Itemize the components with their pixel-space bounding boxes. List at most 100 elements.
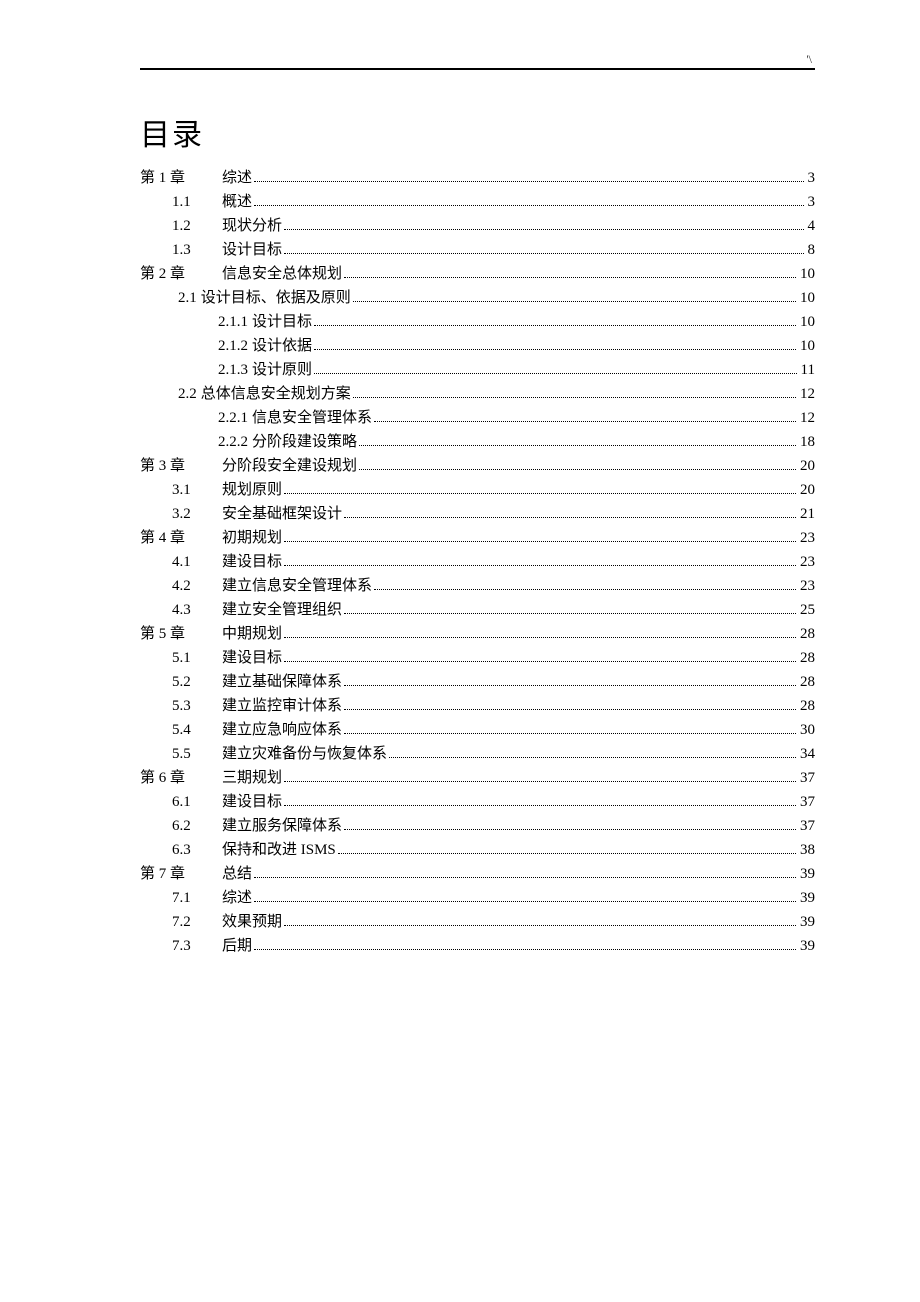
toc-entry-page: 23 [798, 526, 815, 550]
toc-leader-dots [344, 821, 796, 830]
toc-entry-label: 设计原则 [252, 358, 312, 382]
toc-entry-number: 5.2 [140, 670, 222, 694]
toc-entry-number: 第 1 章 [140, 166, 222, 190]
toc-row: 2.1设计目标、依据及原则10 [140, 286, 815, 310]
toc-entry-label: 建设目标 [222, 790, 282, 814]
toc-entry-page: 20 [798, 478, 815, 502]
toc-leader-dots [374, 413, 796, 422]
toc-entry-page: 10 [798, 262, 815, 286]
toc-entry-page: 28 [798, 646, 815, 670]
toc-entry-page: 30 [798, 718, 815, 742]
toc-leader-dots [344, 509, 796, 518]
toc-row: 第 5 章中期规划28 [140, 622, 815, 646]
toc-leader-dots [359, 437, 796, 446]
toc-entry-page: 8 [806, 238, 816, 262]
toc-entry-page: 28 [798, 694, 815, 718]
toc-leader-dots [284, 653, 796, 662]
toc-entry-page: 20 [798, 454, 815, 478]
toc-row: 第 3 章分阶段安全建设规划 20 [140, 454, 815, 478]
toc-row: 第 7 章总结39 [140, 862, 815, 886]
toc-entry-number: 6.3 [140, 838, 222, 862]
toc-entry-number: 6.1 [140, 790, 222, 814]
toc-row: 4.1建设目标23 [140, 550, 815, 574]
toc-entry-number: 第 7 章 [140, 862, 222, 886]
toc-entry-number: 2.1.2 [218, 334, 252, 358]
toc-entry-number: 5.3 [140, 694, 222, 718]
toc-row: 7.1综述39 [140, 886, 815, 910]
toc-entry-label: 安全基础框架设计 [222, 502, 342, 526]
toc-entry-label: 综述 [222, 166, 252, 190]
toc-leader-dots [344, 605, 796, 614]
toc-entry-page: 37 [798, 766, 815, 790]
toc-leader-dots [284, 221, 803, 230]
toc-leader-dots [314, 317, 796, 326]
toc-row: 2.2.2分阶段建设策略18 [140, 430, 815, 454]
toc-row: 第 2 章信息安全总体规划10 [140, 262, 815, 286]
toc-entry-number: 7.3 [140, 934, 222, 958]
toc-row: 5.3建立监控审计体系 28 [140, 694, 815, 718]
toc-row: 1.3设计目标8 [140, 238, 815, 262]
toc-entry-page: 23 [798, 574, 815, 598]
toc-entry-label: 总体信息安全规划方案 [201, 382, 351, 406]
toc-entry-number: 7.1 [140, 886, 222, 910]
toc-entry-page: 12 [798, 382, 815, 406]
toc-entry-page: 25 [798, 598, 815, 622]
toc-entry-number: 2.2 [178, 382, 201, 406]
toc-entry-label: 分阶段安全建设规划 [222, 454, 357, 478]
toc-entry-label: 建立基础保障体系 [222, 670, 342, 694]
toc-entry-number: 1.2 [140, 214, 222, 238]
toc-entry-number: 第 4 章 [140, 526, 222, 550]
toc-row: 2.1.2设计依据10 [140, 334, 815, 358]
toc-entry-number: 第 3 章 [140, 454, 222, 478]
toc-row: 5.1建设目标28 [140, 646, 815, 670]
toc-leader-dots [314, 341, 796, 350]
toc-entry-label: 建立服务保障体系 [222, 814, 342, 838]
toc-entry-number: 4.2 [140, 574, 222, 598]
toc-entry-label: 设计目标、依据及原则 [201, 286, 351, 310]
toc-entry-page: 37 [798, 814, 815, 838]
toc-row: 5.5建立灾难备份与恢复体系34 [140, 742, 815, 766]
toc-entry-page: 23 [798, 550, 815, 574]
toc-leader-dots [314, 365, 797, 374]
toc-leader-dots [374, 581, 796, 590]
toc-entry-number: 2.1.3 [218, 358, 252, 382]
toc-entry-number: 3.1 [140, 478, 222, 502]
toc-row: 7.3后期39 [140, 934, 815, 958]
toc-leader-dots [344, 701, 796, 710]
toc-entry-page: 28 [798, 622, 815, 646]
toc-row: 5.4建立应急响应体系30 [140, 718, 815, 742]
toc-row: 7.2效果预期39 [140, 910, 815, 934]
document-page: '\ 目录 第 1 章综述31.1概述31.2现状分析41.3设计目标8第 2 … [0, 0, 920, 1302]
toc-row: 1.1概述3 [140, 190, 815, 214]
toc-entry-label: 建立监控审计体系 [222, 694, 342, 718]
toc-title: 目录 [140, 110, 815, 154]
toc-entry-number: 2.1.1 [218, 310, 252, 334]
toc-leader-dots [254, 197, 803, 206]
toc-leader-dots [344, 677, 796, 686]
toc-entry-page: 34 [798, 742, 815, 766]
toc-row: 4.2建立信息安全管理体系23 [140, 574, 815, 598]
toc-entry-page: 39 [798, 910, 815, 934]
toc-row: 第 4 章初期规划23 [140, 526, 815, 550]
toc-leader-dots [359, 461, 796, 470]
toc-entry-page: 39 [798, 886, 815, 910]
toc-row: 2.2.1信息安全管理体系12 [140, 406, 815, 430]
toc-leader-dots [284, 557, 796, 566]
toc-entry-number: 2.2.1 [218, 406, 252, 430]
toc-entry-number: 4.3 [140, 598, 222, 622]
toc-entry-page: 10 [798, 310, 815, 334]
toc-entry-page: 3 [806, 166, 816, 190]
toc-row: 2.1.1设计目标10 [140, 310, 815, 334]
toc-leader-dots [254, 173, 803, 182]
toc-entry-label: 总结 [222, 862, 252, 886]
toc-entry-label: 现状分析 [222, 214, 282, 238]
toc-leader-dots [353, 293, 796, 302]
toc-entry-number: 7.2 [140, 910, 222, 934]
toc-entry-number: 1.1 [140, 190, 222, 214]
toc-leader-dots [254, 869, 796, 878]
toc-entry-label: 保持和改进 ISMS [222, 838, 336, 862]
toc-entry-label: 规划原则 [222, 478, 282, 502]
toc-leader-dots [284, 485, 796, 494]
toc-entry-page: 21 [798, 502, 815, 526]
toc-leader-dots [389, 749, 796, 758]
